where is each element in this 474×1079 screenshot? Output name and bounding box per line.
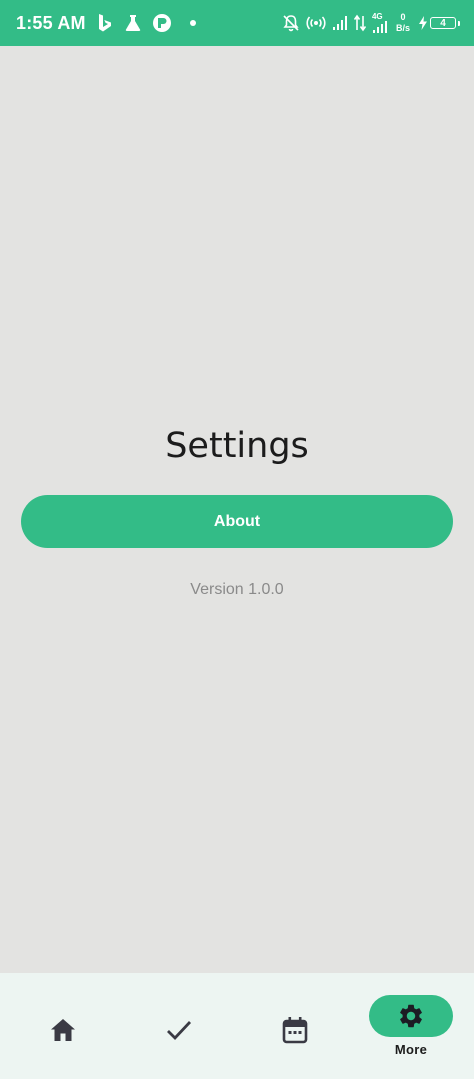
battery-icon: 4	[430, 17, 456, 29]
bing-icon	[96, 13, 114, 33]
hotspot-icon	[306, 14, 326, 32]
dot-icon	[189, 20, 196, 26]
about-button[interactable]: About	[21, 495, 453, 548]
home-icon	[48, 1015, 78, 1045]
status-bar: 1:55 AM 4G 0 B/s 4	[0, 0, 474, 46]
battery-level: 4	[440, 17, 446, 29]
bottom-navigation: More	[0, 973, 474, 1079]
notifications-off-icon	[282, 14, 300, 32]
calendar-icon	[280, 1015, 310, 1045]
gear-icon	[369, 995, 453, 1037]
nav-item-home[interactable]	[4, 973, 122, 1079]
status-right-icons: 4G 0 B/s 4	[282, 12, 460, 34]
network-speed: 0 B/s	[396, 12, 410, 34]
network-type-label: 4G	[371, 11, 383, 21]
flask-icon	[124, 13, 142, 33]
speed-value: 0	[400, 12, 406, 22]
circle-app-icon	[152, 13, 172, 33]
signal-icon	[332, 15, 348, 31]
data-arrows-icon	[353, 14, 366, 32]
status-left-icons	[96, 13, 196, 33]
signal-4g-icon: 4G	[371, 11, 388, 34]
speed-unit: B/s	[395, 23, 410, 33]
settings-content: Settings About Version 1.0.0	[0, 46, 474, 973]
check-icon	[164, 1015, 194, 1045]
nav-item-calendar[interactable]	[236, 973, 354, 1079]
version-label: Version 1.0.0	[190, 581, 284, 598]
charging-icon	[418, 16, 428, 30]
page-title: Settings	[165, 426, 309, 466]
nav-item-more-label: More	[394, 1042, 428, 1057]
nav-item-more[interactable]: More	[352, 973, 470, 1079]
battery-cap	[458, 20, 460, 26]
nav-item-tasks[interactable]	[120, 973, 238, 1079]
status-time: 1:55 AM	[16, 12, 86, 33]
battery: 4	[418, 16, 460, 30]
